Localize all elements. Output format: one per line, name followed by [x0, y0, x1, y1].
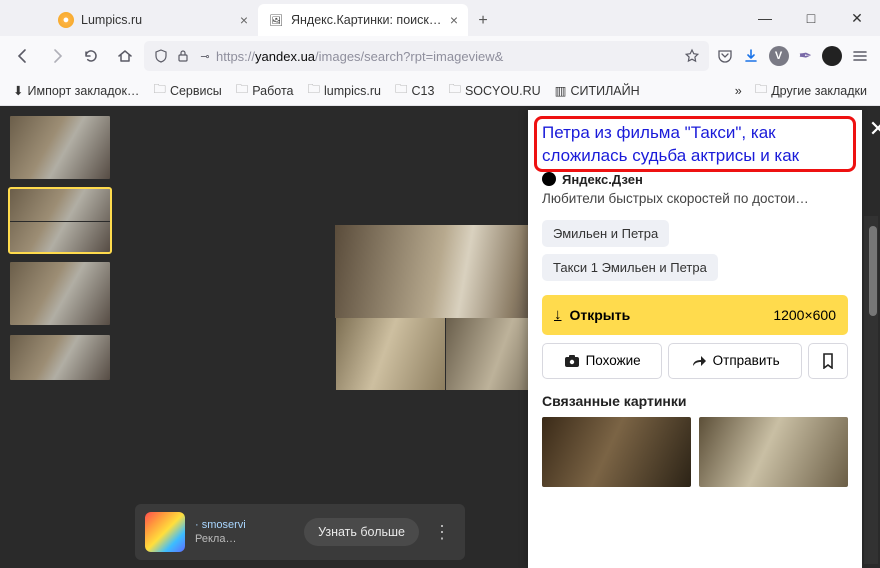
ad-cta-button[interactable]: Узнать больше [304, 518, 419, 546]
tab-favicon: 🖼 [268, 12, 284, 28]
toolbar: ⊸ https://yandex.ua/images/search?rpt=im… [0, 36, 880, 76]
thumbnail-selected[interactable] [10, 189, 110, 252]
bookmark-icon [822, 353, 834, 369]
menu-icon[interactable] [852, 48, 868, 64]
new-tab-button[interactable]: + [468, 6, 498, 36]
ad-banner: · smoserviРекла… Узнать больше ⋮ [135, 504, 465, 560]
similar-button[interactable]: Похожие [542, 343, 662, 379]
toolbar-right: V ✒ [713, 46, 872, 66]
camera-icon [564, 354, 580, 368]
minimize-button[interactable]: — [742, 0, 788, 36]
tab-lumpics[interactable]: ● Lumpics.ru × [48, 4, 258, 36]
tab-label: Яндекс.Картинки: поиск похож [291, 13, 444, 27]
maximize-button[interactable]: □ [788, 0, 834, 36]
folder-icon: 🗀 [395, 80, 408, 101]
close-panel-button[interactable]: ✕ [864, 116, 880, 142]
related-image[interactable] [542, 417, 691, 487]
scrollbar-thumb[interactable] [869, 226, 877, 316]
folder-icon: 🗀 [448, 80, 461, 101]
open-button[interactable]: ↓ Открыть 1200×600 [542, 295, 848, 335]
other-bookmarks[interactable]: 🗀Другие закладки [748, 80, 874, 101]
thumbnail[interactable] [10, 116, 110, 179]
result-source[interactable]: Яндекс.Дзен [542, 172, 848, 187]
open-label: Открыть [570, 307, 631, 323]
bookmark-folder-c13[interactable]: 🗀C13 [388, 80, 441, 101]
forward-button[interactable] [42, 41, 72, 71]
pocket-icon[interactable] [717, 48, 733, 64]
bookmark-folder-lumpics[interactable]: 🗀lumpics.ru [301, 80, 388, 101]
tab-close-icon[interactable]: × [450, 12, 458, 28]
action-row: Похожие Отправить [542, 343, 848, 379]
url-text: https://yandex.ua/images/search?rpt=imag… [216, 49, 681, 64]
window-controls: — □ ✕ [742, 0, 880, 36]
image-dimensions: 1200×600 [773, 307, 836, 323]
tab-yandex-images[interactable]: 🖼 Яндекс.Картинки: поиск похож × [258, 4, 468, 36]
import-icon: ⬇ [13, 83, 23, 98]
thumbnail-strip [0, 106, 120, 568]
tag[interactable]: Такси 1 Эмильен и Петра [542, 254, 718, 281]
folder-icon: 🗀 [236, 80, 249, 101]
thumbnail[interactable] [10, 335, 110, 380]
bookmarks-overflow-button[interactable]: » [735, 84, 742, 98]
ad-logo-icon [145, 512, 185, 552]
bookmark-folder-services[interactable]: 🗀Сервисы [146, 80, 228, 101]
bookmarks-bar: ⬇Импорт закладок… 🗀Сервисы 🗀Работа 🗀lump… [0, 76, 880, 106]
window-close-button[interactable]: ✕ [834, 0, 880, 36]
related-images [542, 417, 848, 487]
extension-v-icon[interactable]: V [769, 46, 789, 66]
zen-icon [542, 172, 556, 186]
address-bar[interactable]: ⊸ https://yandex.ua/images/search?rpt=im… [144, 41, 709, 71]
folder-icon: 🗀 [308, 80, 321, 101]
share-icon [691, 354, 707, 368]
home-button[interactable] [110, 41, 140, 71]
extension-dot-icon[interactable] [822, 46, 842, 66]
page-content: · smoserviРекла… Узнать больше ⋮ Петра и… [0, 106, 880, 568]
bookmark-folder-work[interactable]: 🗀Работа [229, 80, 301, 101]
image-viewer: · smoserviРекла… Узнать больше ⋮ Петра и… [0, 106, 880, 568]
thumbnail[interactable] [10, 262, 110, 325]
feather-icon[interactable]: ✒ [799, 46, 812, 66]
shield-icon[interactable] [150, 49, 172, 63]
reload-button[interactable] [76, 41, 106, 71]
bookmark-button[interactable] [808, 343, 848, 379]
bookmark-cityline[interactable]: ▥СИТИЛАЙН [548, 83, 647, 98]
related-header: Связанные картинки [542, 393, 848, 409]
download-icon: ↓ [554, 306, 562, 323]
send-button[interactable]: Отправить [668, 343, 802, 379]
download-icon[interactable] [743, 48, 759, 64]
lock-icon[interactable] [172, 49, 194, 63]
folder-icon: 🗀 [755, 80, 768, 101]
result-title-link[interactable]: Петра из фильма "Такси", как сложилась с… [542, 122, 848, 168]
tag[interactable]: Эмильен и Петра [542, 220, 669, 247]
image-info-panel: Петра из фильма "Такси", как сложилась с… [528, 110, 862, 568]
bookmark-folder-socyou[interactable]: 🗀SOCYOU.RU [441, 80, 547, 101]
related-image[interactable] [699, 417, 848, 487]
star-icon[interactable] [681, 48, 703, 64]
permissions-icon[interactable]: ⊸ [194, 50, 216, 63]
ad-text: · smoserviРекла… [195, 518, 246, 547]
tab-close-icon[interactable]: × [240, 12, 248, 28]
tab-favicon: ● [58, 12, 74, 28]
result-description: Любители быстрых скоростей по достои… [542, 191, 848, 206]
back-button[interactable] [8, 41, 38, 71]
site-icon: ▥ [555, 83, 567, 98]
ad-more-icon[interactable]: ⋮ [429, 522, 455, 543]
tag-list: Эмильен и Петра Такси 1 Эмильен и Петра [542, 220, 848, 281]
tab-label: Lumpics.ru [81, 13, 234, 27]
folder-icon: 🗀 [153, 80, 166, 101]
bookmark-import[interactable]: ⬇Импорт закладок… [6, 83, 146, 98]
